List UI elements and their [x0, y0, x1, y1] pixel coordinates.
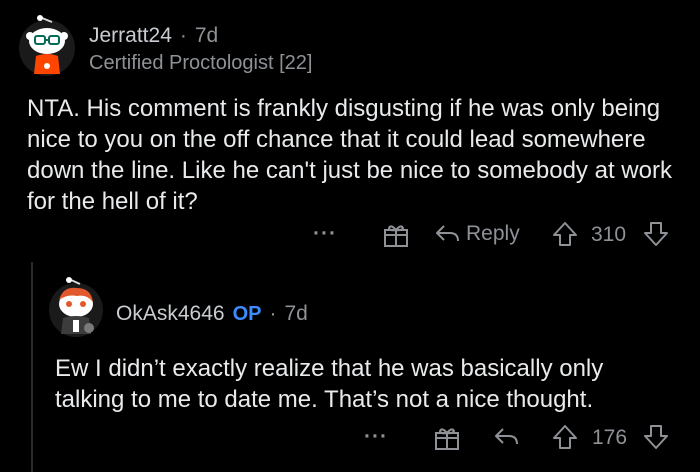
upvote-button[interactable]	[552, 221, 578, 247]
more-options-button[interactable]: ···	[313, 222, 337, 246]
avatar[interactable]	[47, 276, 105, 338]
reply-button[interactable]: Reply	[434, 221, 520, 247]
downvote-button[interactable]	[643, 221, 669, 247]
separator-dot: ·	[179, 24, 187, 47]
comment-age: 7d	[194, 24, 219, 47]
reply-body: Ew I didn’t exactly realize that he was …	[55, 355, 604, 413]
comment-header: Jerratt24 · 7d	[89, 24, 218, 48]
username[interactable]: OkAsk4646	[116, 302, 225, 326]
reply-label: Reply	[466, 222, 520, 245]
reply-header: OkAsk4646 OP · 7d	[116, 302, 308, 326]
comment-body: NTA. His comment is frankly disgusting i…	[27, 95, 672, 215]
comment: Jerratt24 · 7d Certified Proctologist [2…	[0, 0, 700, 260]
vote-count: 310	[591, 223, 627, 246]
downvote-button[interactable]	[643, 424, 669, 450]
reply-button[interactable]	[493, 424, 519, 450]
award-button[interactable]	[383, 222, 409, 248]
op-badge: OP	[232, 302, 262, 325]
snoo-avatar-icon	[19, 15, 75, 76]
upvote-arrow-icon	[553, 425, 577, 449]
vote-count: 176	[592, 426, 628, 449]
reply-age: 7d	[284, 302, 308, 325]
user-flair: Certified Proctologist [22]	[89, 52, 313, 74]
downvote-arrow-icon	[644, 425, 668, 449]
gift-icon	[435, 428, 459, 450]
more-options-button[interactable]: ···	[364, 425, 388, 449]
username[interactable]: Jerratt24	[89, 24, 172, 48]
separator-dot: ·	[269, 302, 277, 325]
gift-icon	[384, 225, 408, 247]
reply-arrow-icon	[436, 225, 459, 242]
award-button[interactable]	[434, 425, 460, 451]
avatar[interactable]	[18, 14, 76, 78]
downvote-arrow-icon	[644, 222, 668, 246]
thread-line[interactable]	[31, 262, 33, 472]
snoo-avatar-icon	[49, 277, 103, 337]
reply-arrow-icon	[495, 428, 518, 445]
upvote-button[interactable]	[552, 424, 578, 450]
upvote-arrow-icon	[553, 222, 577, 246]
reply-comment: OkAsk4646 OP · 7d Ew I didn’t exactly re…	[40, 262, 700, 472]
